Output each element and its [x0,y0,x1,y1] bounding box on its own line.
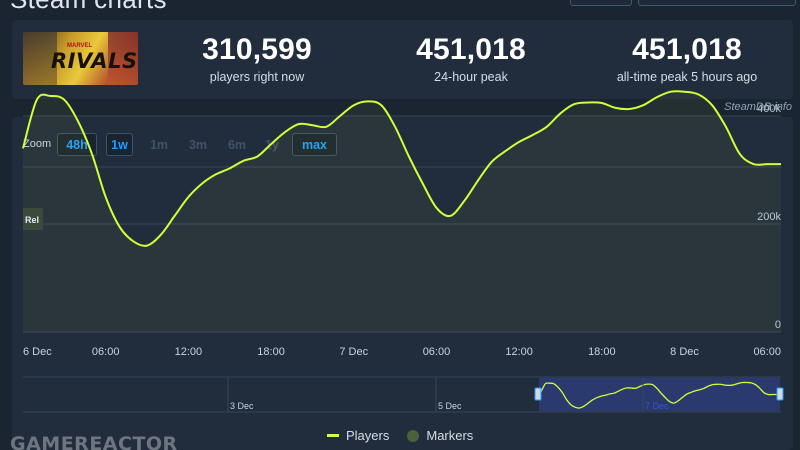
x-tick-label: 8 Dec [670,346,699,358]
legend-line-swatch [327,434,339,437]
players-chart[interactable]: Rel 6 Dec 06:00 12:00 18:00 7 Dec 06:00 12:00 1… [0,0,800,450]
legend-item-markers[interactable]: Markers [407,428,473,443]
navigator-tick-label: 5 Dec [438,401,462,411]
y-tick-label: 400k [757,103,781,115]
players-area [23,91,781,332]
legend-item-players[interactable]: Players [327,428,389,443]
navigator-tick-label: 7 Dec [645,401,669,411]
y-tick-label: 200k [757,211,781,223]
navigator-tick-label: 3 Dec [230,401,254,411]
chart-legend: Players Markers [327,428,473,443]
legend-dot-swatch [407,429,420,442]
x-axis-ticks: 6 Dec 06:00 12:00 18:00 7 Dec 06:00 12:00 18:00… [23,346,781,358]
x-tick-label: 18:00 [257,346,285,358]
x-tick-label: 06:00 [92,346,120,358]
x-tick-label: 06:00 [423,346,451,358]
navigator-left-handle[interactable] [534,387,542,401]
gamereactor-watermark: GAMEREACTOR [10,433,178,450]
x-tick-label: 12:00 [505,346,533,358]
y-tick-label: 0 [775,319,781,331]
legend-label-players: Players [346,428,390,443]
x-tick-label: 18:00 [588,346,616,358]
release-marker[interactable]: Rel [23,208,43,230]
range-navigator[interactable]: 3 Dec 5 Dec 7 Dec [23,376,784,413]
legend-label-markers: Markers [426,428,474,443]
x-tick-label: 7 Dec [339,346,368,358]
x-tick-label: 06:00 [753,346,781,358]
x-tick-label: 12:00 [175,346,203,358]
release-marker-label: Rel [25,215,39,225]
navigator-right-handle[interactable] [776,387,784,401]
x-tick-label: 6 Dec [23,346,52,358]
